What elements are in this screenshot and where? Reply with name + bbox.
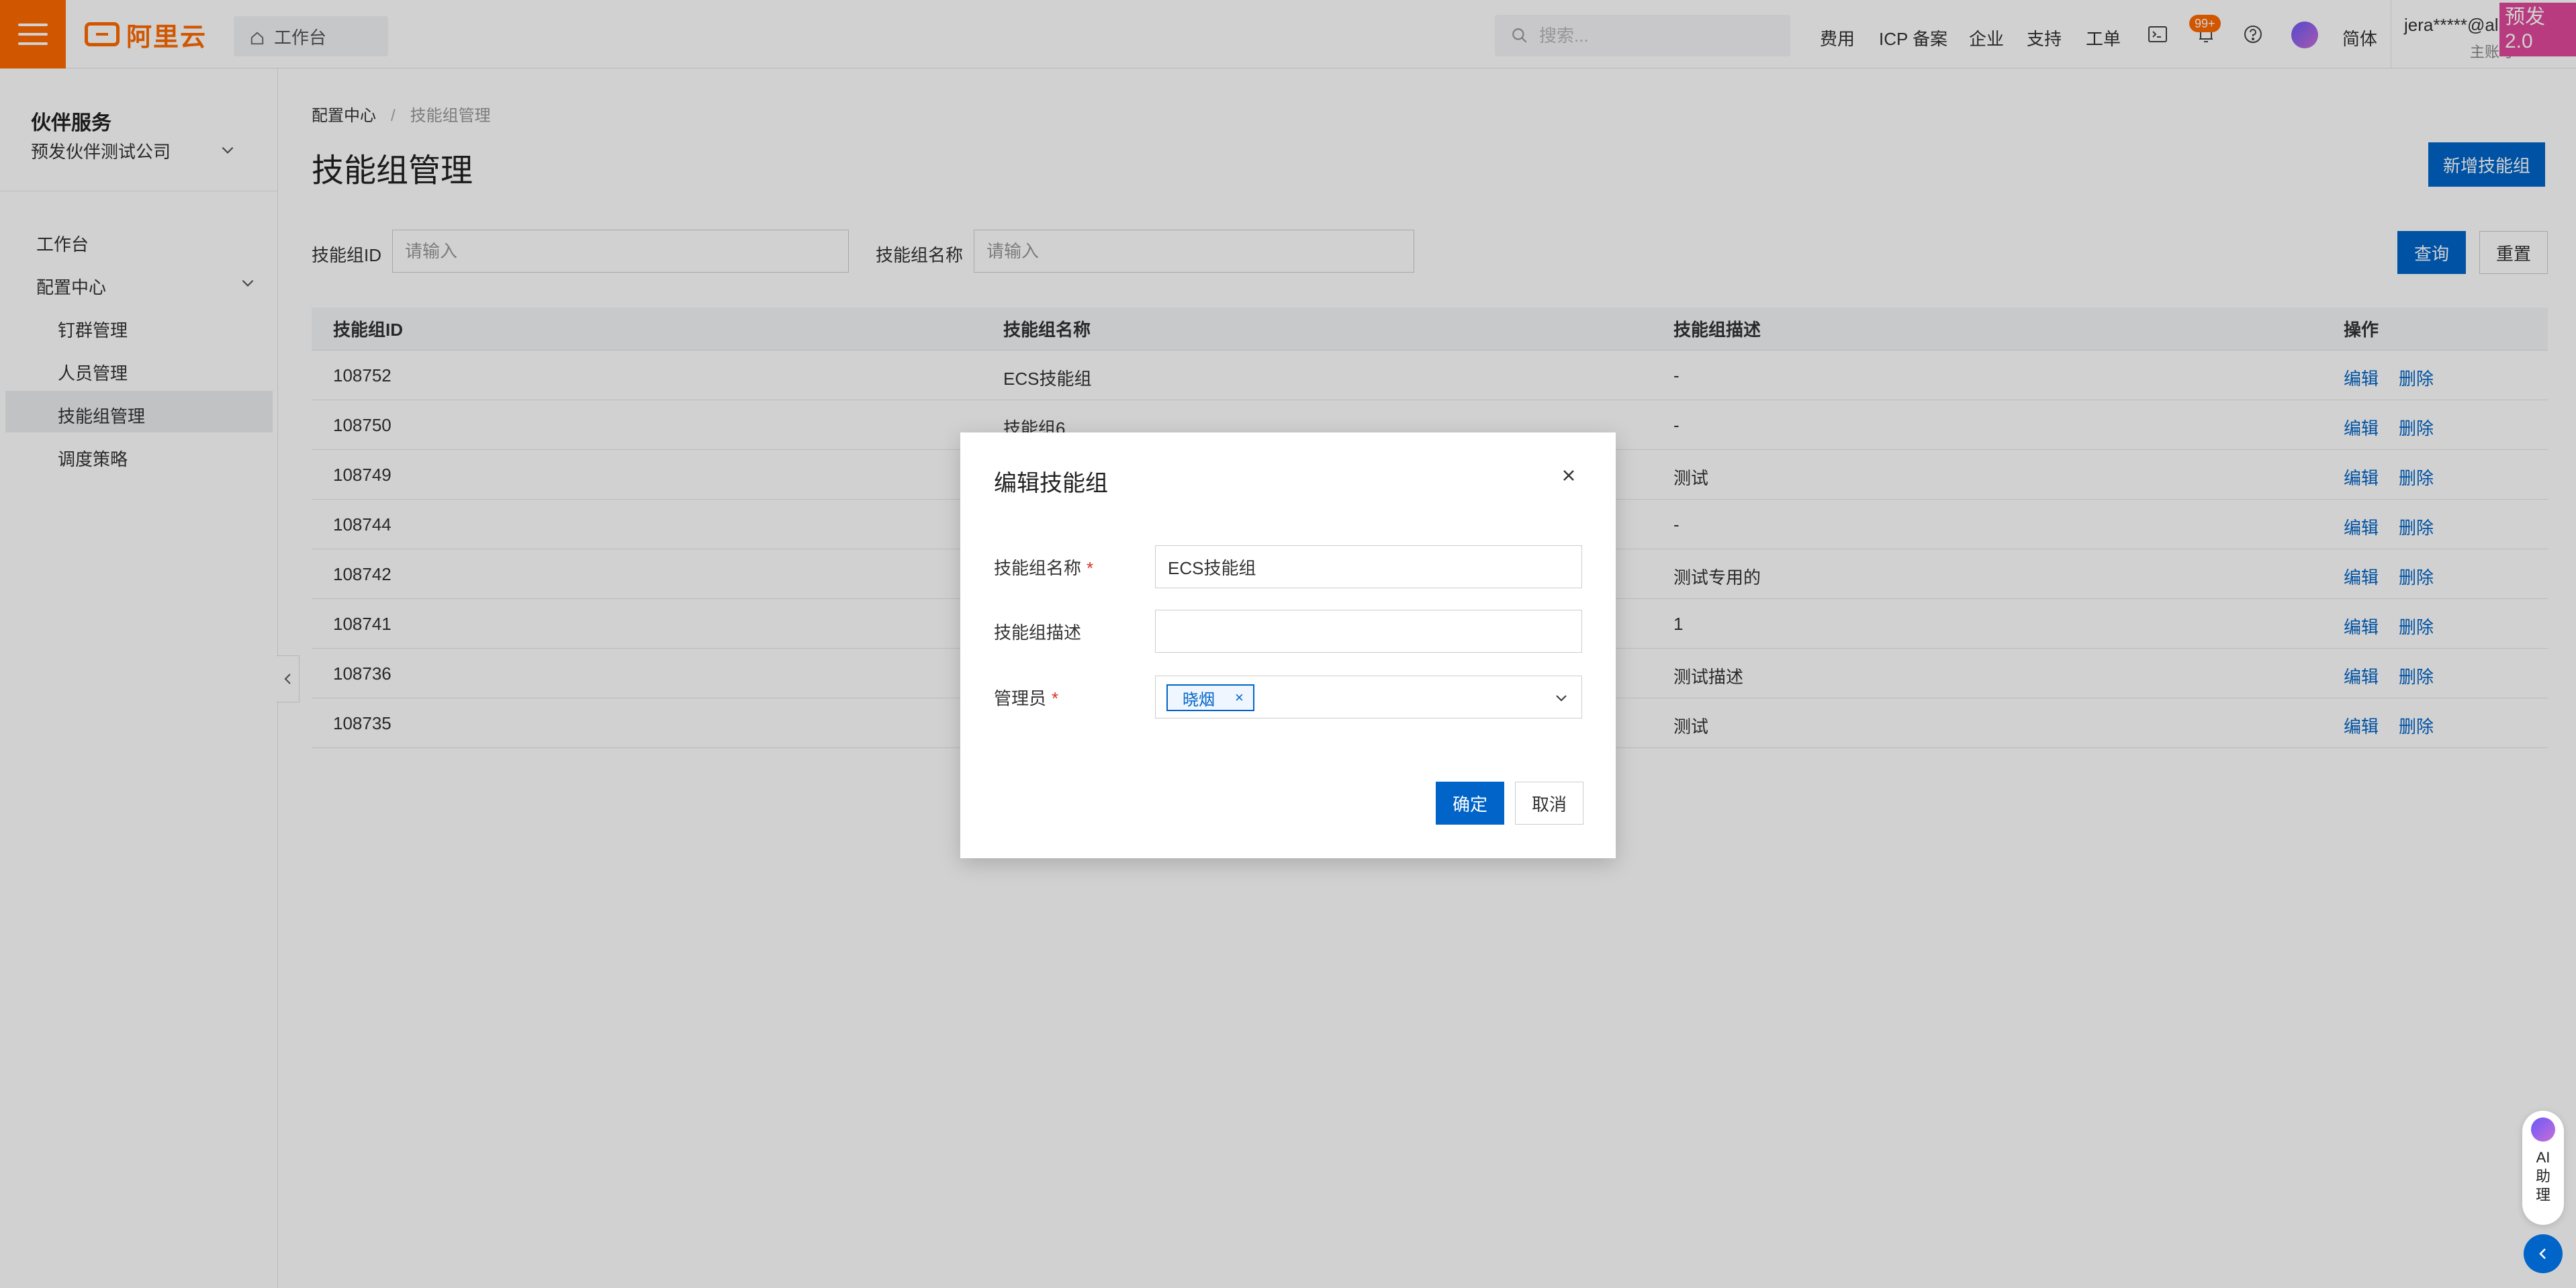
required-marker: * [1087,558,1094,578]
admin-tag: 晓烟 × [1166,684,1254,711]
cancel-button[interactable]: 取消 [1515,782,1583,825]
collapse-float-button[interactable] [2524,1234,2563,1273]
desc-field[interactable] [1155,610,1582,653]
edit-skill-group-dialog: 编辑技能组 技能组名称* 技能组描述 管理员* 晓烟 × 确定 取消 [960,432,1616,858]
admin-tag-label: 晓烟 [1183,690,1215,709]
confirm-button[interactable]: 确定 [1436,782,1504,825]
dialog-title: 编辑技能组 [994,471,1108,496]
name-field[interactable] [1155,545,1582,588]
admin-field-label: 管理员 * [994,688,1059,708]
ai-assistant-label: AI 助 理 [2535,1149,2550,1203]
ai-assistant-icon [2531,1117,2555,1142]
ai-assistant-float[interactable]: AI 助 理 [2522,1111,2564,1225]
admin-select[interactable]: 晓烟 × [1155,676,1582,719]
required-marker: * [1052,688,1059,708]
close-icon[interactable] [1558,465,1579,486]
chevron-down-icon[interactable] [1553,690,1569,706]
name-field-label: 技能组名称 * [994,558,1094,578]
desc-field-label: 技能组描述 [994,623,1082,643]
tag-remove-icon[interactable]: × [1235,689,1244,706]
chevron-left-icon [2539,1248,2546,1259]
